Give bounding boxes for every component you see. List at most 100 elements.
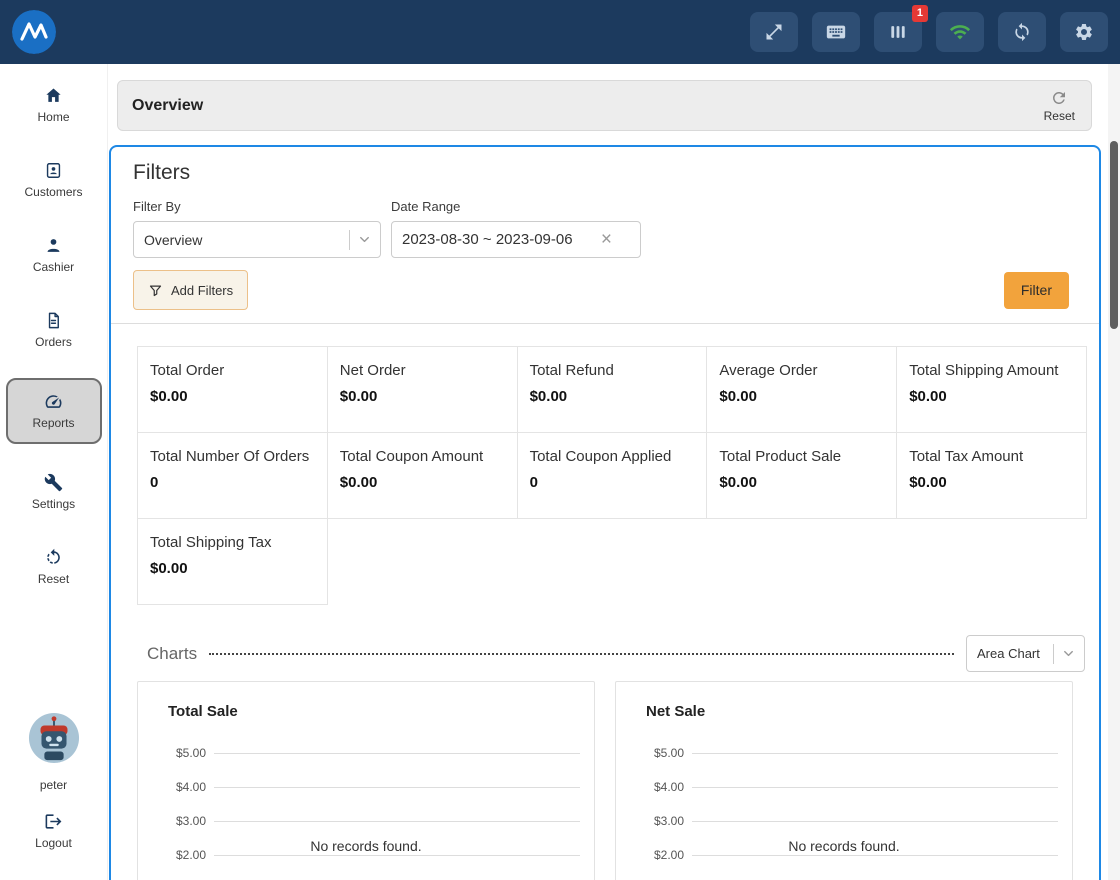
- wifi-button[interactable]: [936, 12, 984, 52]
- gridline: [692, 752, 1058, 754]
- sidebar-item-label: Cashier: [32, 260, 75, 274]
- app-logo-icon[interactable]: [12, 10, 56, 54]
- sidebar-item-label: Customers: [24, 185, 83, 199]
- stat-value: $0.00: [529, 388, 568, 405]
- gear-icon: [1076, 23, 1092, 41]
- y-tick-label: $5.00: [653, 746, 684, 760]
- stat-label: Total Shipping Amount: [909, 362, 1059, 379]
- stat-label: Total Refund: [529, 362, 614, 379]
- rotate-left-icon: [47, 548, 60, 564]
- sidebar-item-home[interactable]: Home: [6, 78, 102, 132]
- gridline: [692, 854, 1058, 856]
- filter-by-select[interactable]: Overview: [133, 221, 381, 258]
- y-tick: $5.00: [148, 736, 580, 770]
- notification-badge: 1: [911, 5, 928, 22]
- y-tick: $1.00: [148, 872, 580, 880]
- stats-grid: Total Order $0.00 Net Order $0.00 Total …: [137, 346, 1087, 605]
- page-header: Overview Reset: [117, 80, 1092, 131]
- y-tick: $1.00: [626, 872, 1058, 880]
- username-label: peter: [39, 778, 68, 792]
- stat-card-total-product-sale: Total Product Sale $0.00: [706, 432, 898, 519]
- logout-button[interactable]: Logout: [35, 812, 72, 850]
- stat-value: 0: [529, 474, 538, 491]
- stat-value: $0.00: [150, 388, 188, 405]
- scrollbar-thumb[interactable]: [1110, 141, 1118, 329]
- chart-title: Net Sale: [646, 703, 706, 720]
- y-tick: $3.00: [148, 804, 580, 838]
- date-range-label: Date Range: [391, 199, 461, 214]
- gridline: [692, 786, 1058, 788]
- sidebar-item-cashier[interactable]: Cashier: [6, 228, 102, 282]
- wifi-icon: [949, 25, 971, 40]
- chart-type-select[interactable]: Area Chart: [966, 635, 1085, 672]
- select-divider: [349, 229, 350, 250]
- gridline: [692, 820, 1058, 822]
- header-reset-button[interactable]: Reset: [1044, 89, 1075, 123]
- chevron-down-icon: [1061, 646, 1076, 661]
- stat-label: Total Coupon Applied: [529, 448, 672, 465]
- y-tick-label: $4.00: [175, 780, 206, 794]
- filter-buttons-row: Add Filters Filter: [133, 270, 1069, 310]
- chart-y-axis: $5.00 $4.00 $3.00 $2.00 $1.00: [138, 736, 594, 880]
- sidebar-item-reports[interactable]: Reports: [5, 378, 102, 444]
- chart-card-net-sale: Net Sale $5.00 $4.00 $3.00 $2.00 $1.00 N…: [615, 681, 1073, 880]
- page-title: Overview: [132, 96, 204, 114]
- charts-section-title: Charts: [147, 643, 198, 663]
- add-filters-button[interactable]: Add Filters: [133, 270, 249, 310]
- customers-icon: [46, 163, 61, 178]
- add-filters-label: Add Filters: [171, 282, 234, 298]
- sidebar-item-label: Reset: [37, 572, 70, 586]
- select-divider: [1053, 643, 1054, 664]
- main-content: Overview Reset Filters Filter By Overvie…: [108, 64, 1120, 880]
- chart-type-value: Area Chart: [977, 646, 1040, 661]
- stat-card-total-tax-amount: Total Tax Amount $0.00: [896, 432, 1087, 519]
- gridline: [214, 786, 580, 788]
- filter-by-value: Overview: [144, 231, 203, 248]
- filter-button[interactable]: Filter: [1003, 271, 1069, 309]
- filter-by-group: Filter By Overview: [133, 199, 381, 258]
- y-tick: $4.00: [626, 770, 1058, 804]
- stat-label: Total Coupon Amount: [339, 448, 484, 465]
- funnel-icon: [149, 285, 162, 296]
- stat-label: Total Product Sale: [719, 448, 842, 465]
- keyboard-button[interactable]: [812, 12, 860, 52]
- stat-card-average-order: Average Order $0.00: [706, 346, 898, 433]
- y-tick: $5.00: [626, 736, 1058, 770]
- stat-card-total-shipping-amount: Total Shipping Amount $0.00: [896, 346, 1087, 433]
- y-tick-label: $5.00: [175, 746, 206, 760]
- scrollbar-track[interactable]: [1108, 64, 1120, 880]
- stat-card-total-order: Total Order $0.00: [137, 346, 328, 433]
- stat-value: $0.00: [909, 474, 947, 491]
- stat-value: 0: [150, 474, 159, 491]
- orders-icon: [48, 312, 59, 329]
- fullscreen-button[interactable]: [750, 12, 798, 52]
- sync-button[interactable]: [998, 12, 1046, 52]
- sidebar-item-customers[interactable]: Customers: [6, 153, 102, 207]
- dotted-divider: [209, 652, 954, 655]
- keyboard-icon: [826, 25, 846, 39]
- empty-message: No records found.: [310, 838, 422, 854]
- sidebar-item-label: Reports: [32, 416, 75, 430]
- sidebar-item-label: Home: [37, 110, 70, 124]
- columns-icon: [891, 26, 905, 38]
- user-avatar[interactable]: [28, 712, 80, 764]
- charts-header: Charts Area Chart: [147, 635, 1085, 672]
- sidebar-item-orders[interactable]: Orders: [6, 303, 102, 357]
- date-range-input[interactable]: 2023-08-30 ~ 2023-09-06 ×: [391, 221, 641, 258]
- stat-card-total-coupon-amount: Total Coupon Amount $0.00: [326, 432, 518, 519]
- sidebar-item-reset[interactable]: Reset: [6, 540, 102, 594]
- clear-date-icon[interactable]: ×: [601, 230, 612, 249]
- stat-label: Total Number Of Orders: [150, 448, 310, 465]
- reports-gauge-icon: [45, 395, 62, 408]
- chevron-down-icon: [357, 232, 372, 247]
- chart-card-total-sale: Total Sale $5.00 $4.00 $3.00 $2.00 $1.00…: [137, 681, 595, 880]
- gridline: [214, 752, 580, 754]
- cashier-icon: [47, 239, 60, 252]
- columns-button[interactable]: 1: [874, 5, 928, 52]
- stat-label: Net Order: [339, 362, 406, 379]
- stat-value: $0.00: [150, 560, 188, 577]
- charts-row: Total Sale $5.00 $4.00 $3.00 $2.00 $1.00…: [137, 681, 1073, 880]
- settings-button[interactable]: [1060, 12, 1108, 52]
- sidebar-item-settings[interactable]: Settings: [6, 465, 102, 519]
- empty-message: No records found.: [788, 838, 900, 854]
